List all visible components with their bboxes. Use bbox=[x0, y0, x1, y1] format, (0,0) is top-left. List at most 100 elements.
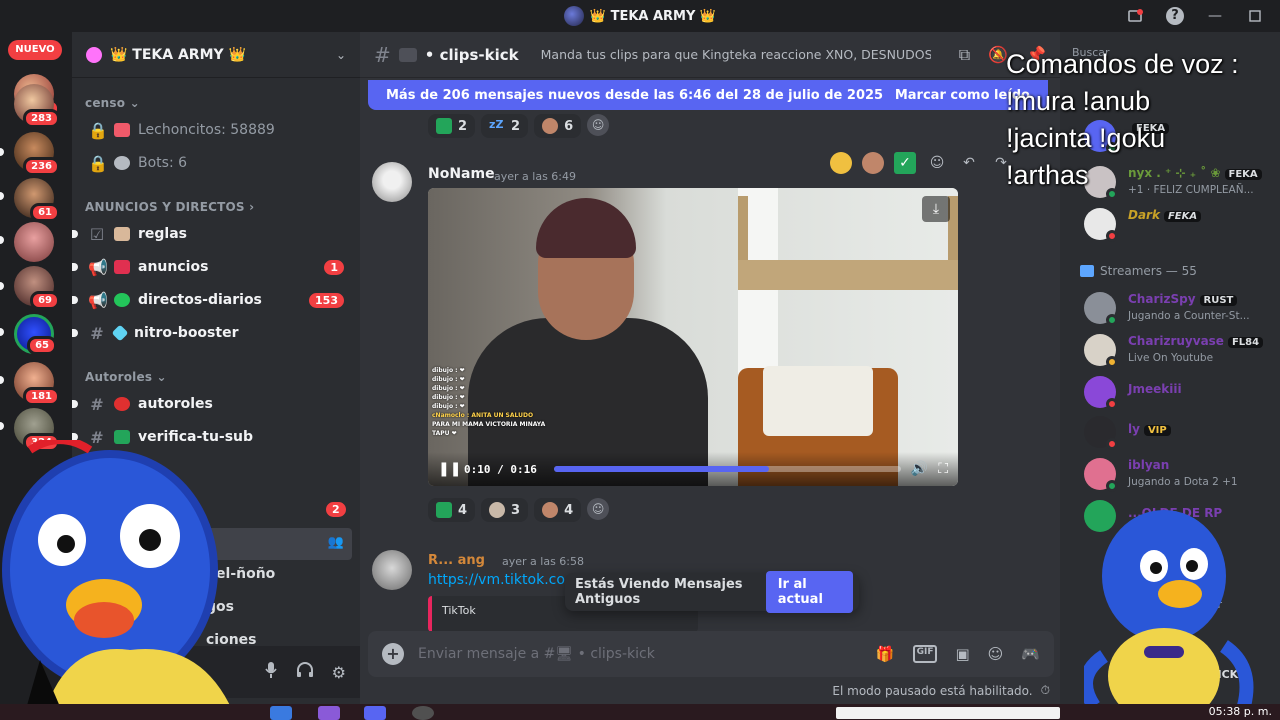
category-autoroles[interactable]: Autoroles ⌄ bbox=[85, 370, 167, 384]
server-icon[interactable]: 236 bbox=[14, 132, 60, 176]
category-censo[interactable]: censo ⌄ bbox=[85, 96, 140, 110]
discord-taskbar-icon[interactable] bbox=[364, 706, 386, 720]
check-emoji-icon[interactable]: ✓ bbox=[894, 152, 916, 174]
add-reaction-icon[interactable]: ☺ bbox=[587, 114, 610, 136]
server-icon[interactable]: 61 bbox=[14, 178, 60, 222]
server-icon[interactable] bbox=[14, 222, 54, 262]
member-name-text: CharizSpy bbox=[1128, 292, 1196, 306]
reaction-count: 2 bbox=[458, 118, 468, 134]
member-item[interactable]: CharizSpy RUST Jugando a Counter-St... bbox=[1084, 288, 1274, 330]
download-icon[interactable]: ⤓ bbox=[922, 196, 950, 222]
face-emoji-icon bbox=[542, 118, 559, 134]
reaction-check[interactable]: 4 bbox=[428, 498, 476, 522]
penguin-mascot-small bbox=[1084, 510, 1254, 720]
laugh-emoji-icon[interactable] bbox=[830, 152, 852, 174]
jump-to-present-button[interactable]: Ir al actual bbox=[765, 571, 853, 613]
server-icon[interactable]: 69 bbox=[14, 266, 60, 310]
channel-censo-lechoncitos[interactable]: 🔒 Lechoncitos: 58889 bbox=[80, 114, 352, 146]
settings-gear-icon[interactable]: ⚙ bbox=[332, 663, 346, 682]
headphones-icon[interactable] bbox=[296, 662, 314, 682]
inbox-icon[interactable] bbox=[1126, 7, 1144, 25]
taskbar-app-icon[interactable] bbox=[270, 706, 292, 720]
channel-reglas[interactable]: ☑ reglas bbox=[72, 218, 352, 250]
channel-topic[interactable]: Manda tus clips para que Kingteka reacci… bbox=[541, 47, 931, 62]
gif-icon[interactable]: GIF bbox=[912, 645, 938, 663]
server-icon[interactable]: 65 bbox=[14, 314, 57, 355]
server-mention-badge: 61 bbox=[30, 203, 60, 222]
reaction-row-message1: 4 3 4 ☺ bbox=[428, 498, 610, 522]
mention-badge: 1 bbox=[324, 259, 344, 275]
channel-censo-bots[interactable]: 🔒 Bots: 6 bbox=[80, 147, 352, 179]
taskbar-search[interactable] bbox=[836, 707, 1060, 719]
chat-area: # • clips-kick Manda tus clips para que … bbox=[360, 32, 1060, 720]
server-icon[interactable]: 283 bbox=[14, 84, 60, 128]
taskbar-app-icon[interactable] bbox=[412, 706, 434, 720]
member-item[interactable]: Charizruyvase FL84 Live On Youtube bbox=[1084, 330, 1274, 372]
video-player[interactable]: dibujo : ❤ dibujo : ❤ dibujo : ❤ dibujo … bbox=[428, 188, 958, 486]
add-reaction-icon[interactable]: ☺ bbox=[926, 152, 948, 174]
threads-icon[interactable]: ⧉ bbox=[959, 45, 970, 65]
megaphone-icon: 📢 bbox=[88, 257, 108, 277]
member-item[interactable]: iblyan Jugando a Dota 2 +1 bbox=[1084, 454, 1274, 496]
taskbar-app-icon[interactable] bbox=[318, 706, 340, 720]
channel-anuncios[interactable]: 📢 anuncios 1 bbox=[72, 251, 352, 283]
unread-indicator bbox=[72, 329, 78, 337]
channel-label: anuncios bbox=[138, 259, 209, 275]
fullscreen-icon[interactable]: ⛶ bbox=[938, 461, 948, 477]
volume-icon[interactable]: 🔊 bbox=[911, 461, 928, 477]
minimize-icon[interactable]: — bbox=[1206, 7, 1224, 25]
window-controls: ? — bbox=[1126, 0, 1280, 32]
server-header[interactable]: 👑 TEKA ARMY 👑 ⌄ bbox=[72, 32, 360, 78]
chevron-down-icon[interactable]: ⌄ bbox=[336, 48, 346, 62]
video-scene-person bbox=[458, 198, 718, 486]
reaction-check[interactable]: 2 bbox=[428, 114, 476, 138]
reaction-face[interactable]: 4 bbox=[534, 498, 582, 522]
check-emoji-icon bbox=[436, 502, 452, 518]
add-reaction-icon[interactable]: ☺ bbox=[587, 498, 610, 520]
maximize-icon[interactable] bbox=[1246, 7, 1264, 25]
video-scene-shelf bbox=[738, 260, 958, 290]
video-seek-bar[interactable] bbox=[554, 466, 901, 472]
add-member-icon[interactable]: 👥 bbox=[328, 535, 344, 550]
embed-provider: TikTok bbox=[442, 604, 476, 617]
face-emoji-icon[interactable] bbox=[862, 152, 884, 174]
member-item[interactable]: ly VIP bbox=[1084, 412, 1274, 454]
member-item[interactable]: Dark FEKA bbox=[1084, 204, 1274, 246]
activity-gamepad-icon[interactable]: 🎮 bbox=[1021, 645, 1040, 663]
channel-directos-diarios[interactable]: 📢 directos-diarios 153 bbox=[72, 284, 352, 316]
server-mention-badge: 65 bbox=[27, 336, 57, 355]
mention-badge: 2 bbox=[326, 502, 346, 517]
hash-icon: # bbox=[90, 323, 104, 343]
message-input[interactable] bbox=[418, 646, 862, 662]
gift-icon[interactable]: 🎁 bbox=[876, 645, 895, 663]
avatar[interactable] bbox=[372, 162, 412, 202]
reaction-dog[interactable]: 3 bbox=[481, 498, 529, 522]
robot-emoji-icon bbox=[114, 156, 130, 170]
pause-icon[interactable]: ❚❚ bbox=[438, 461, 461, 477]
message-author[interactable]: NoName bbox=[428, 166, 495, 182]
reaction-face[interactable]: 6 bbox=[534, 114, 582, 138]
unread-indicator bbox=[72, 400, 78, 408]
green-circle-emoji-icon bbox=[114, 293, 130, 307]
channel-autoroles[interactable]: # autoroles bbox=[72, 388, 352, 420]
sticker-icon[interactable]: ▣ bbox=[955, 645, 969, 663]
member-name: Jmeekiii bbox=[1128, 382, 1182, 396]
scroll-emoji-icon bbox=[114, 227, 130, 241]
face-emoji-icon bbox=[542, 502, 559, 518]
category-announcements[interactable]: ANUNCIOS Y DIRECTOS › bbox=[85, 200, 254, 214]
avatar[interactable] bbox=[372, 550, 412, 590]
emoji-icon[interactable]: ☺ bbox=[988, 645, 1004, 663]
help-icon[interactable]: ? bbox=[1166, 7, 1184, 25]
member-item[interactable]: Jmeekiii bbox=[1084, 372, 1274, 414]
channel-nitro-booster[interactable]: # nitro-booster bbox=[72, 317, 352, 349]
new-messages-bar[interactable]: Más de 206 mensajes nuevos desde las 6:4… bbox=[368, 80, 1048, 110]
server-icon[interactable]: 181 bbox=[14, 362, 60, 406]
add-attachment-icon[interactable]: + bbox=[382, 643, 404, 665]
reaction-sleep[interactable]: zZ 2 bbox=[481, 114, 529, 138]
reply-icon[interactable]: ↶ bbox=[958, 152, 980, 174]
microphone-icon[interactable] bbox=[264, 661, 278, 683]
reaction-row-top: 2 zZ 2 6 ☺ bbox=[428, 114, 610, 138]
message-link[interactable]: https://vm.tiktok.co bbox=[428, 572, 565, 588]
reaction-count: 2 bbox=[511, 118, 521, 134]
message-author[interactable]: R... ang bbox=[428, 553, 485, 568]
